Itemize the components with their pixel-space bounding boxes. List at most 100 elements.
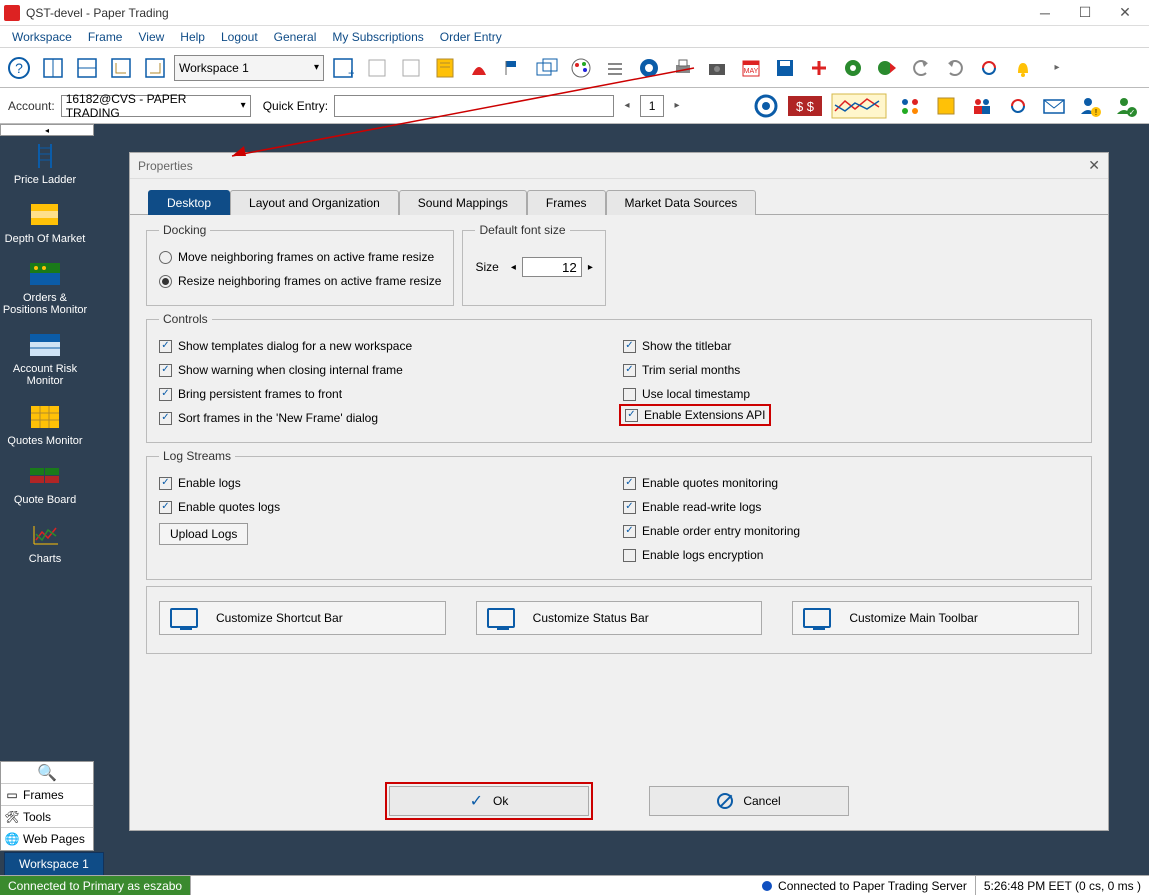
control-left-0[interactable]: Show templates dialog for a new workspac…	[159, 334, 615, 358]
workspace-tab[interactable]: Workspace 1	[4, 852, 104, 875]
cancel-button[interactable]: Cancel	[649, 786, 849, 816]
tab-market-data[interactable]: Market Data Sources	[606, 190, 757, 215]
bell-icon[interactable]	[1008, 53, 1038, 83]
sidebar-item-risk[interactable]: Account Risk Monitor	[0, 325, 90, 396]
blank-icon[interactable]	[362, 53, 392, 83]
menu-order-entry[interactable]: Order Entry	[432, 28, 510, 46]
page-number[interactable]: 1	[640, 95, 664, 117]
palette-icon[interactable]	[566, 53, 596, 83]
sidebar-item-quote-board[interactable]: Quote Board	[0, 456, 90, 515]
layout3-icon[interactable]	[106, 53, 136, 83]
menu-subscriptions[interactable]: My Subscriptions	[324, 28, 431, 46]
account-select[interactable]: 16182@CVS - PAPER TRADING▾	[61, 95, 251, 117]
dollar-icon[interactable]: $ $	[787, 91, 823, 121]
menu-logout[interactable]: Logout	[213, 28, 266, 46]
sidebar-tools[interactable]: 🛠Tools	[1, 806, 93, 828]
sidebar-item-price-ladder[interactable]: Price Ladder	[0, 136, 90, 195]
menu-workspace[interactable]: Workspace	[4, 28, 80, 46]
control-left-3[interactable]: Sort frames in the 'New Frame' dialog	[159, 406, 615, 430]
page-next[interactable]: ▸	[670, 95, 684, 117]
log-right-1[interactable]: Enable read-write logs	[623, 495, 1079, 519]
font-size-input[interactable]	[522, 257, 582, 277]
tab-sound[interactable]: Sound Mappings	[399, 190, 527, 215]
size-increment[interactable]: ▸	[588, 262, 593, 273]
customize-shortcut-button[interactable]: Customize Shortcut Bar	[159, 601, 446, 635]
frame-icon[interactable]	[931, 91, 961, 121]
windows-icon[interactable]	[532, 53, 562, 83]
docking-opt2[interactable]: Resize neighboring frames on active fram…	[159, 269, 441, 293]
sidebar-item-charts[interactable]: Charts	[0, 515, 90, 574]
log-right-2[interactable]: Enable order entry monitoring	[623, 519, 1079, 543]
size-decrement[interactable]: ◂	[511, 262, 516, 273]
layout4-icon[interactable]	[140, 53, 170, 83]
refresh2-icon[interactable]	[1003, 91, 1033, 121]
close-button[interactable]: ✕	[1105, 1, 1145, 25]
blank2-icon[interactable]	[396, 53, 426, 83]
mail-icon[interactable]	[1039, 91, 1069, 121]
sidebar-web[interactable]: 🌐Web Pages	[1, 828, 93, 850]
help-icon[interactable]: ?	[4, 53, 34, 83]
tab-frames[interactable]: Frames	[527, 190, 606, 215]
log-right-0[interactable]: Enable quotes monitoring	[623, 471, 1079, 495]
log-left-1[interactable]: Enable quotes logs	[159, 495, 615, 519]
dialog-close-icon[interactable]: ✕	[1088, 157, 1100, 174]
quick-entry-input[interactable]	[334, 95, 614, 117]
more-icon[interactable]: ▸	[1042, 53, 1072, 83]
log-right-3[interactable]: Enable logs encryption	[623, 543, 1079, 567]
tab-desktop[interactable]: Desktop	[148, 190, 230, 215]
print-icon[interactable]	[668, 53, 698, 83]
tab-layout[interactable]: Layout and Organization	[230, 190, 399, 215]
control-left-1[interactable]: Show warning when closing internal frame	[159, 358, 615, 382]
add-layout-icon[interactable]: +	[328, 53, 358, 83]
workspace-select[interactable]: Workspace 1▾	[174, 55, 324, 81]
refresh-icon[interactable]	[974, 53, 1004, 83]
redo-icon[interactable]	[940, 53, 970, 83]
upload-logs-button[interactable]: Upload Logs	[159, 523, 248, 545]
sidebar-item-quotes[interactable]: Quotes Monitor	[0, 397, 90, 456]
save-icon[interactable]	[770, 53, 800, 83]
control-left-2[interactable]: Bring persistent frames to front	[159, 382, 615, 406]
plus-icon[interactable]	[804, 53, 834, 83]
minimize-button[interactable]: ─	[1025, 1, 1065, 25]
control-right-0[interactable]: Show the titlebar	[623, 334, 1079, 358]
dots-icon[interactable]	[895, 91, 925, 121]
layout-icon[interactable]	[38, 53, 68, 83]
ok-button[interactable]: ✓Ok	[389, 786, 589, 816]
calendar-icon[interactable]: MAY	[736, 53, 766, 83]
sidebar-collapse[interactable]: ◂	[0, 124, 94, 136]
control-right-2[interactable]: Use local timestamp	[623, 382, 1079, 406]
menu-help[interactable]: Help	[172, 28, 213, 46]
menu-frame[interactable]: Frame	[80, 28, 131, 46]
menu-general[interactable]: General	[266, 28, 325, 46]
layout2-icon[interactable]	[72, 53, 102, 83]
sidebar-item-orders[interactable]: Orders & Positions Monitor	[0, 254, 90, 325]
checkbox-icon	[623, 525, 636, 538]
gear-icon[interactable]	[634, 53, 664, 83]
camera-icon[interactable]	[702, 53, 732, 83]
log-left-0[interactable]: Enable logs	[159, 471, 615, 495]
sidebar-search[interactable]: 🔍	[1, 762, 93, 784]
customize-toolbar-button[interactable]: Customize Main Toolbar	[792, 601, 1079, 635]
flag-icon[interactable]	[498, 53, 528, 83]
sidebar-frames[interactable]: ▭Frames	[1, 784, 93, 806]
gear-green-icon[interactable]	[838, 53, 868, 83]
maximize-button[interactable]: ☐	[1065, 1, 1105, 25]
svg-text:!: !	[1095, 108, 1097, 117]
user-warn-icon[interactable]: !	[1075, 91, 1105, 121]
users-icon[interactable]	[967, 91, 997, 121]
gear-exit-icon[interactable]	[872, 53, 902, 83]
docking-opt1[interactable]: Move neighboring frames on active frame …	[159, 245, 441, 269]
notes-icon[interactable]	[430, 53, 460, 83]
undo-icon[interactable]	[906, 53, 936, 83]
customize-status-button[interactable]: Customize Status Bar	[476, 601, 763, 635]
user-ok-icon[interactable]: ✓	[1111, 91, 1141, 121]
gear2-icon[interactable]	[751, 91, 781, 121]
page-prev[interactable]: ◂	[620, 95, 634, 117]
control-right-3[interactable]: Enable Extensions API	[619, 404, 771, 426]
menu-icon[interactable]	[600, 53, 630, 83]
chart-icon[interactable]	[829, 91, 889, 121]
menu-view[interactable]: View	[130, 28, 172, 46]
sidebar-item-depth[interactable]: Depth Of Market	[0, 195, 90, 254]
alert-icon[interactable]	[464, 53, 494, 83]
control-right-1[interactable]: Trim serial months	[623, 358, 1079, 382]
